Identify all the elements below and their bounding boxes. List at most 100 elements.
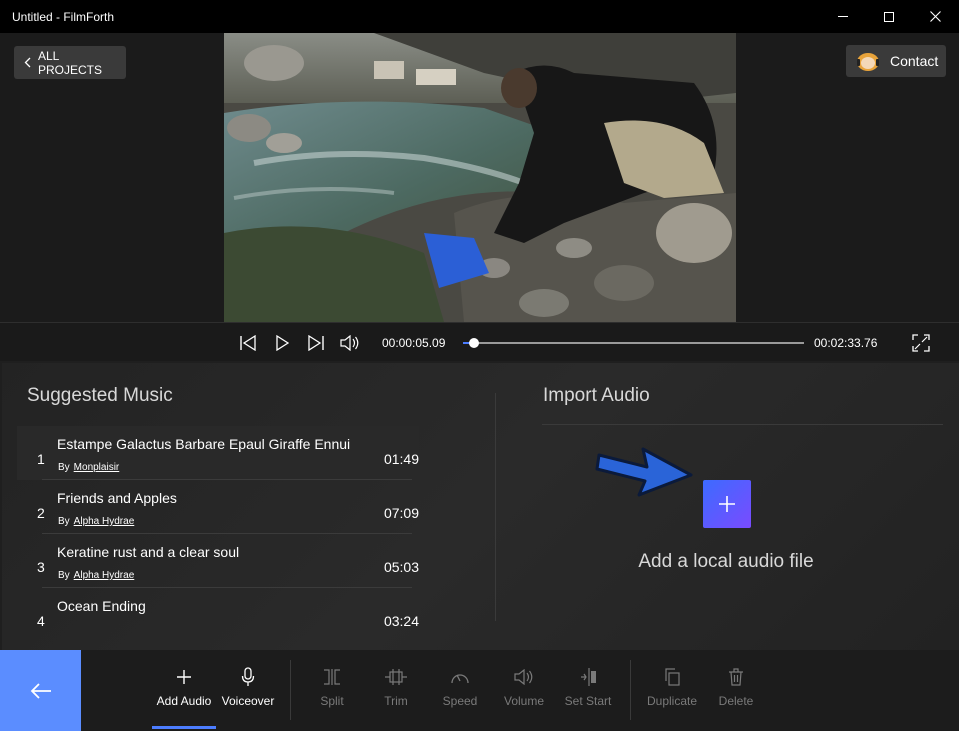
- back-button[interactable]: [0, 650, 81, 731]
- music-item-title: Estampe Galactus Barbare Epaul Giraffe E…: [57, 436, 351, 452]
- active-tool-indicator: [152, 726, 216, 729]
- plus-icon: [177, 670, 191, 684]
- by-prefix: By: [58, 516, 70, 527]
- close-button[interactable]: [912, 0, 958, 33]
- player-controls: 00:00:05.09 00:02:33.76: [0, 322, 959, 361]
- play-icon: [276, 335, 289, 351]
- import-divider: [542, 424, 943, 425]
- contact-button[interactable]: Contact: [846, 45, 946, 77]
- tool-label: Set Start: [564, 694, 612, 708]
- music-item-duration: 05:03: [383, 559, 419, 575]
- speed-icon: [451, 674, 469, 684]
- suggested-music-list: 1 Estampe Galactus Barbare Epaul Giraffe…: [17, 426, 419, 650]
- tool-set-start[interactable]: Set Start: [556, 664, 620, 714]
- trim-icon: [385, 669, 407, 685]
- microphone-icon: [241, 667, 255, 686]
- maximize-icon: [884, 11, 894, 22]
- bottom-toolbar: Add Audio Voiceover Split Trim Speed Vol…: [0, 650, 959, 731]
- set-start-icon: [581, 668, 596, 686]
- by-prefix: By: [58, 570, 70, 581]
- contact-label: Contact: [890, 53, 939, 69]
- volume-icon: [514, 669, 533, 685]
- toolbar-divider: [290, 660, 291, 720]
- app-window: Untitled - FilmForth ALL PROJECTS Contac…: [0, 0, 959, 731]
- tool-label: Voiceover: [221, 694, 275, 708]
- music-item-title: Friends and Apples: [57, 490, 177, 506]
- music-item-title: Ocean Ending: [57, 598, 146, 614]
- all-projects-button[interactable]: ALL PROJECTS: [14, 46, 126, 79]
- add-local-audio-button[interactable]: [703, 480, 751, 528]
- fullscreen-icon: [912, 334, 930, 352]
- tool-delete[interactable]: Delete: [704, 664, 768, 714]
- current-time: 00:00:05.09: [382, 336, 446, 350]
- skip-back-icon: [240, 335, 256, 351]
- music-item-number: 2: [37, 505, 45, 521]
- music-item[interactable]: 1 Estampe Galactus Barbare Epaul Giraffe…: [17, 426, 419, 480]
- minimize-icon: [838, 16, 848, 17]
- music-item[interactable]: 3 Keratine rust and a clear soul By Alpha…: [17, 534, 419, 588]
- panel-divider: [495, 393, 496, 621]
- all-projects-label: ALL PROJECTS: [38, 48, 103, 77]
- play-button[interactable]: [271, 332, 293, 354]
- tool-label: Speed: [442, 694, 478, 708]
- trash-icon: [729, 668, 743, 686]
- add-local-audio-label[interactable]: Add a local audio file: [562, 551, 890, 573]
- close-icon: [929, 11, 941, 22]
- skip-forward-icon: [308, 335, 324, 351]
- music-item-artist-link[interactable]: Monplaisir: [74, 462, 120, 473]
- fullscreen-button[interactable]: [910, 332, 932, 354]
- music-item-artist-line: By Alpha Hydrae: [58, 570, 134, 581]
- music-item-number: 3: [37, 559, 45, 575]
- maximize-button[interactable]: [866, 0, 912, 33]
- music-item-number: 4: [37, 613, 45, 629]
- skip-forward-button[interactable]: [305, 332, 327, 354]
- tool-trim[interactable]: Trim: [364, 664, 428, 714]
- minimize-button[interactable]: [820, 0, 866, 33]
- preview-area: ALL PROJECTS Contact: [0, 33, 959, 322]
- skip-back-button[interactable]: [237, 332, 259, 354]
- total-time: 00:02:33.76: [814, 336, 878, 350]
- window-title: Untitled - FilmForth: [12, 10, 115, 24]
- tool-duplicate[interactable]: Duplicate: [640, 664, 704, 714]
- music-item[interactable]: 4 Ocean Ending 03:24: [17, 588, 419, 642]
- music-item-duration: 07:09: [383, 505, 419, 521]
- tool-split[interactable]: Split: [300, 664, 364, 714]
- music-item-artist-line: By Alpha Hydrae: [58, 516, 134, 527]
- tool-label: Trim: [384, 694, 408, 708]
- duplicate-icon: [665, 668, 680, 686]
- tool-speed[interactable]: Speed: [428, 664, 492, 714]
- music-item-artist-line: By Monplaisir: [58, 462, 119, 473]
- audio-panel: Suggested Music Import Audio 1 Estampe G…: [2, 363, 959, 650]
- seek-bar[interactable]: [463, 338, 804, 348]
- music-item-artist-link[interactable]: Alpha Hydrae: [74, 516, 135, 527]
- tool-voiceover[interactable]: Voiceover: [216, 664, 280, 714]
- by-prefix: By: [58, 462, 70, 473]
- title-bar: Untitled - FilmForth: [0, 0, 959, 33]
- tool-label: Split: [320, 694, 344, 708]
- volume-button[interactable]: [339, 332, 361, 354]
- suggested-music-title: Suggested Music: [27, 385, 173, 406]
- tool-add-audio[interactable]: Add Audio: [152, 664, 216, 714]
- music-item-artist-link[interactable]: Alpha Hydrae: [74, 570, 135, 581]
- music-item-title: Keratine rust and a clear soul: [57, 544, 240, 560]
- arrow-left-icon: [30, 682, 51, 699]
- toolbar-divider: [630, 660, 631, 720]
- music-item-number: 1: [37, 451, 45, 467]
- tool-volume[interactable]: Volume: [492, 664, 556, 714]
- video-preview[interactable]: [224, 33, 736, 322]
- music-item-duration: 03:24: [383, 613, 419, 629]
- split-icon: [324, 669, 340, 685]
- volume-icon: [340, 335, 359, 351]
- tool-label: Duplicate: [646, 694, 698, 708]
- chevron-left-icon: [24, 57, 31, 68]
- seek-thumb[interactable]: [469, 338, 479, 348]
- tool-label: Add Audio: [156, 694, 212, 708]
- import-audio-title: Import Audio: [543, 385, 650, 406]
- music-item[interactable]: 2 Friends and Apples By Alpha Hydrae 07:0…: [17, 480, 419, 534]
- arrow-right-icon: [595, 447, 693, 497]
- support-avatar-icon: [857, 53, 879, 71]
- tool-label: Volume: [503, 694, 545, 708]
- plus-icon: [719, 496, 735, 512]
- music-item-duration: 01:49: [383, 451, 419, 467]
- tool-label: Delete: [718, 694, 754, 708]
